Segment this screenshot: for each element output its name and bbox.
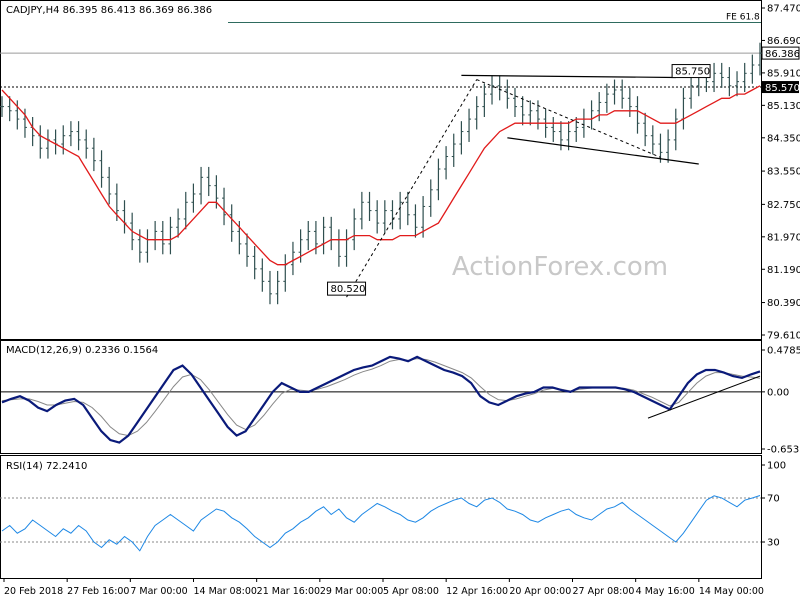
price-title: CADJPY,H4 86.395 86.413 86.369 86.386 [6, 5, 212, 16]
annotation-label: 85.750 [675, 67, 710, 78]
x-tick-label: 27 Apr 08:00 [573, 586, 635, 597]
macd-tick-label: 0.4785 [767, 346, 800, 357]
x-tick-label: 20 Apr 00:00 [509, 586, 571, 597]
x-tick-label: 4 May 16:00 [636, 586, 695, 597]
rsi-line [1, 495, 761, 552]
macd-trendline [647, 375, 761, 419]
x-tick-label: 20 Feb 2018 [4, 586, 63, 597]
rsi-title: RSI(14) 72.2410 [6, 461, 87, 472]
watermark: ActionForex.com [452, 252, 668, 282]
macd-tick-label: -0.6532 [767, 445, 800, 456]
annotation-label: 80.520 [331, 284, 366, 295]
macd-line [1, 355, 761, 444]
x-tick-label: 27 Feb 16:00 [67, 586, 129, 597]
x-tick-label: 7 Mar 00:00 [130, 586, 187, 597]
x-tick-label: 14 May 00:00 [699, 586, 764, 597]
price-layer: 87.470 86.690 85.910 85.130 84.350 83.550 82.7… [0, 4, 800, 342]
price-tick-label: 85.130 [767, 101, 800, 112]
price-tick-label: 81.190 [767, 265, 800, 276]
rsi-layer: 100 70 30 [0, 461, 786, 552]
x-axis: 20 Feb 2018 27 Feb 16:00 7 Mar 00:00 14 Mar… [3, 578, 764, 597]
price-tick-label: 85.910 [767, 68, 800, 79]
macd-title: MACD(12,26,9) 0.2336 0.1564 [6, 345, 158, 356]
chart-root: ActionForex.com CADJPY,H4 86.395 86.413 … [0, 0, 800, 600]
price-tick-label: 84.350 [767, 133, 800, 144]
rsi-tick-label: 100 [767, 461, 786, 472]
support-trendline [507, 137, 699, 165]
macd-layer: 0.4785 0.00 -0.6532 [0, 346, 800, 456]
price-tick-label: 86.690 [767, 36, 800, 47]
current-price-label: 86.386 [765, 49, 800, 60]
price-tick-label: 81.970 [767, 232, 800, 243]
price-panel-frame [0, 0, 762, 340]
fe-level-label: FE 61.8 [726, 13, 760, 23]
macd-panel-frame [0, 340, 762, 454]
x-tick-label: 21 Mar 16:00 [257, 586, 320, 597]
chart-svg: ActionForex.com CADJPY,H4 86.395 86.413 … [0, 0, 800, 597]
price-tick-label: 82.750 [767, 200, 800, 211]
rsi-panel-frame [0, 455, 762, 579]
rsi-tick-label: 30 [767, 538, 780, 549]
macd-tick-label: 0.00 [767, 387, 789, 398]
x-tick-label: 12 Apr 16:00 [446, 586, 508, 597]
x-tick-label: 5 Apr 08:00 [383, 586, 439, 597]
price-tick-label: 87.470 [767, 4, 800, 15]
price-tick-label: 83.550 [767, 167, 800, 178]
marker-price-label: 85.570 [765, 83, 800, 94]
x-tick-label: 29 Mar 00:00 [320, 586, 383, 597]
moving-average-line [1, 85, 761, 266]
price-tick-label: 79.610 [767, 331, 800, 342]
price-tick-label: 80.390 [767, 298, 800, 309]
x-tick-label: 14 Mar 08:00 [194, 586, 257, 597]
resistance-trendline [461, 74, 676, 79]
rsi-tick-label: 70 [767, 494, 780, 505]
